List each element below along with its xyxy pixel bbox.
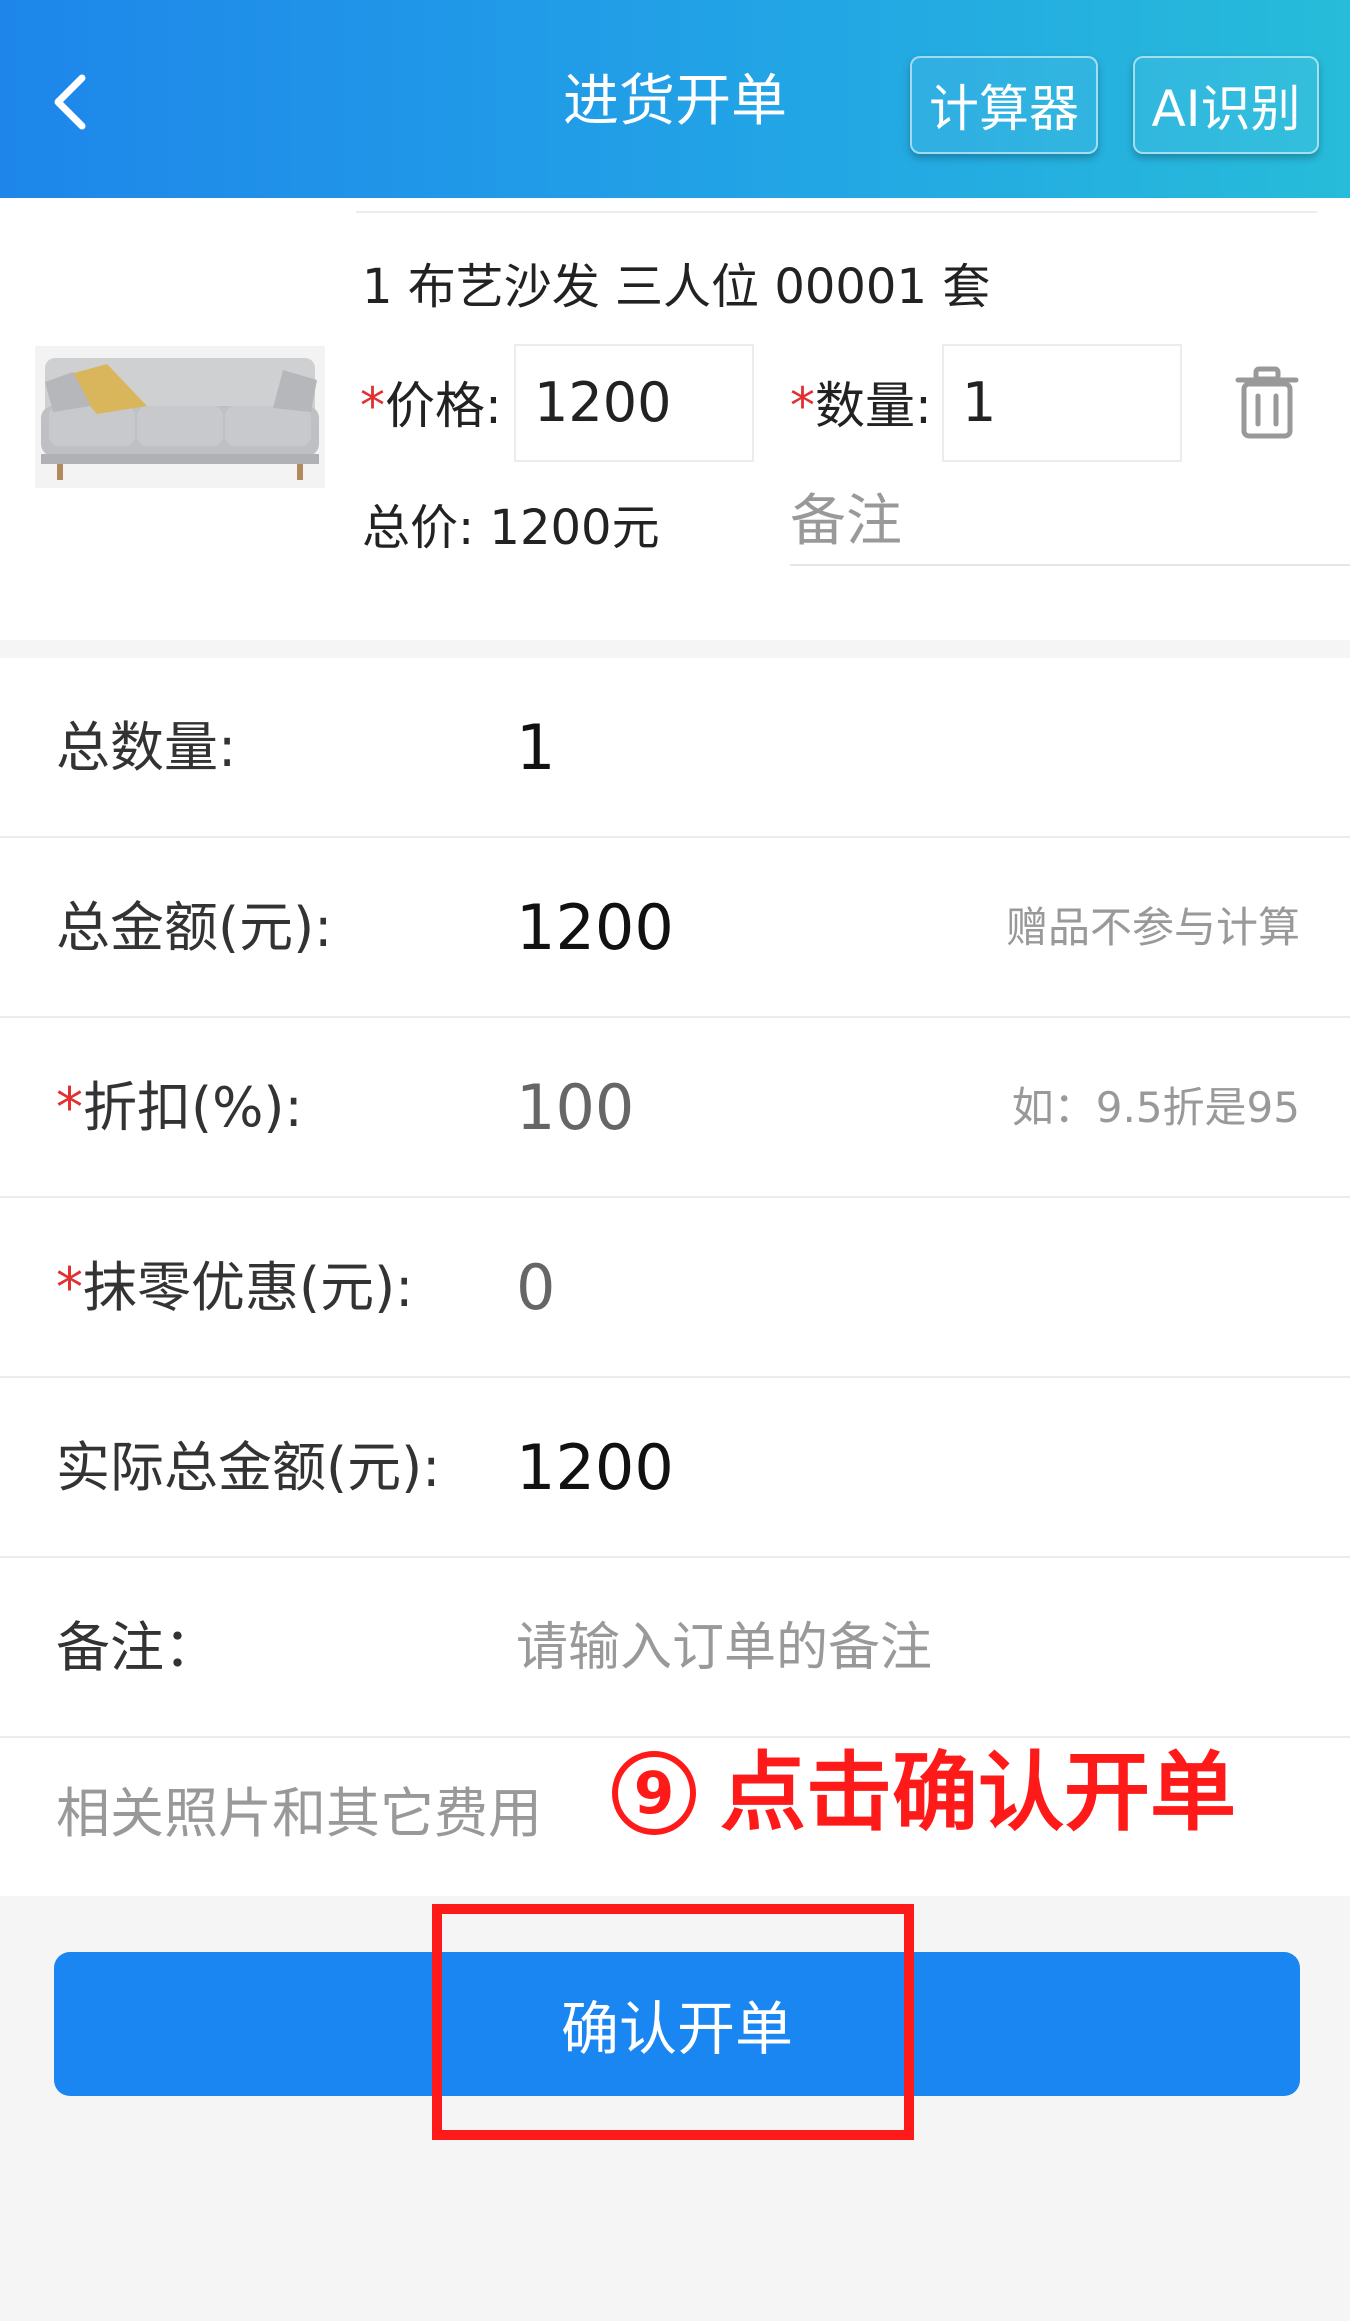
photos-and-fees-label: 相关照片和其它费用 <box>56 1782 542 1845</box>
order-remark-label: 备注： <box>56 1616 218 1679</box>
order-remark-row: 备注： 请输入订单的备注 <box>0 1558 1350 1738</box>
discount-label-text: 折扣(%): <box>83 1076 303 1139</box>
step-annotation-text: 点击确认开单 <box>720 1743 1236 1843</box>
ai-recognition-button[interactable]: AI识别 <box>1133 56 1319 154</box>
price-label: *价格: <box>360 371 502 441</box>
rounding-label: *抹零优惠(元): <box>56 1198 413 1378</box>
product-item: 1 布艺沙发 三人位 00001 套 *价格: 1200 *数量: 1 总价: … <box>0 198 1350 640</box>
required-mark: * <box>56 1076 83 1139</box>
discount-row: *折扣(%): 100 如：9.5折是95 <box>0 1018 1350 1198</box>
required-mark: * <box>56 1256 83 1319</box>
step-annotation: 9 点击确认开单 <box>612 1738 1236 1848</box>
annotation-highlight-box <box>432 1904 914 2140</box>
divider <box>356 211 1317 213</box>
price-input[interactable]: 1200 <box>514 344 754 462</box>
app-header: 进货开单 计算器 AI识别 <box>0 0 1350 198</box>
step-number-badge: 9 <box>612 1751 696 1835</box>
discount-input[interactable]: 100 <box>516 1018 634 1198</box>
required-mark: * <box>790 377 815 435</box>
required-mark: * <box>360 377 385 435</box>
order-remark-input[interactable]: 请输入订单的备注 <box>516 1558 932 1738</box>
quantity-label: *数量: <box>790 371 932 441</box>
total-amount-value: 1200 <box>516 891 674 964</box>
total-amount-hint: 赠品不参与计算 <box>1005 903 1300 952</box>
quantity-input[interactable]: 1 <box>942 344 1182 462</box>
rounding-row: *抹零优惠(元): 0 <box>0 1198 1350 1378</box>
trash-icon[interactable] <box>1234 366 1300 440</box>
rounding-label-text: 抹零优惠(元): <box>83 1256 414 1319</box>
product-image[interactable] <box>35 346 325 488</box>
total-amount-row: 总金额(元): 1200 赠品不参与计算 <box>0 838 1350 1018</box>
total-quantity-row: 总数量: 1 <box>0 658 1350 838</box>
rounding-input[interactable]: 0 <box>516 1198 555 1378</box>
item-total-price: 总价: 1200元 <box>362 500 660 556</box>
price-label-text: 价格: <box>385 377 502 435</box>
product-name: 1 布艺沙发 三人位 00001 套 <box>362 259 991 315</box>
item-remark-input[interactable]: 备注 <box>790 480 1350 566</box>
actual-amount-label: 实际总金额(元): <box>56 1436 441 1499</box>
quantity-label-text: 数量: <box>815 377 932 435</box>
order-summary: 总数量: 1 总金额(元): 1200 赠品不参与计算 *折扣(%): 100 … <box>0 658 1350 1896</box>
total-quantity-value: 1 <box>516 711 556 784</box>
actual-amount-value: 1200 <box>516 1431 674 1504</box>
total-quantity-label: 总数量: <box>56 716 237 779</box>
total-amount-label: 总金额(元): <box>56 896 333 959</box>
actual-amount-row: 实际总金额(元): 1200 <box>0 1378 1350 1558</box>
discount-hint: 如：9.5折是95 <box>1011 1083 1300 1132</box>
discount-label: *折扣(%): <box>56 1018 303 1198</box>
calculator-button[interactable]: 计算器 <box>910 56 1098 154</box>
